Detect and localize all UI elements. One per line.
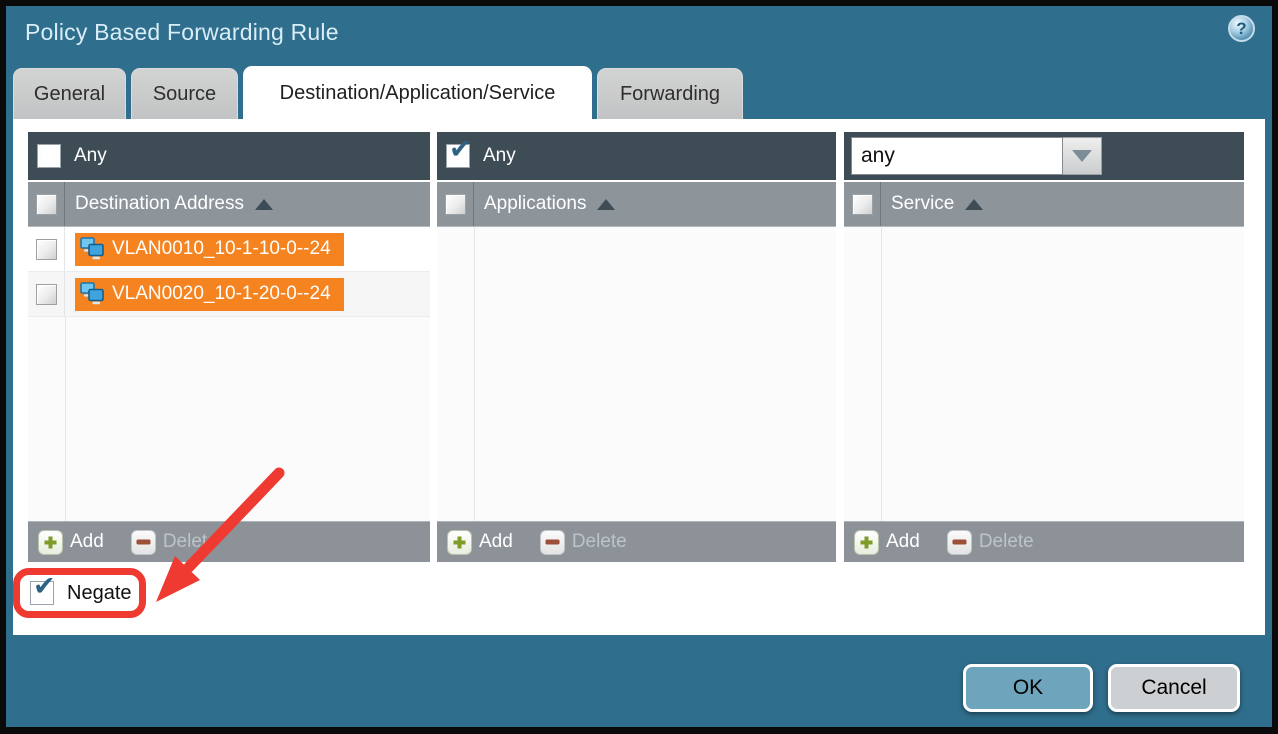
tab-destination-application-service[interactable]: Destination/Application/Service xyxy=(243,66,592,119)
table-row[interactable]: VLAN0010_10-1-10-0--24 xyxy=(28,227,430,272)
applications-select-all-checkbox[interactable] xyxy=(445,194,466,215)
plus-icon xyxy=(854,530,879,555)
destination-actions-bar: Add Delete xyxy=(28,521,430,562)
service-panel: any Service xyxy=(844,132,1244,562)
address-object-label: VLAN0010_10-1-10-0--24 xyxy=(112,238,331,260)
tab-forwarding[interactable]: Forwarding xyxy=(597,68,743,119)
table-row[interactable]: VLAN0020_10-1-20-0--24 xyxy=(28,272,430,317)
applications-any-checkbox[interactable]: ✔ xyxy=(446,144,470,168)
negate-label: Negate xyxy=(67,582,132,605)
add-button[interactable]: Add xyxy=(447,530,513,555)
question-mark-glyph: ? xyxy=(1236,19,1246,39)
policy-based-forwarding-dialog: Policy Based Forwarding Rule ? General S… xyxy=(0,0,1278,734)
minus-icon xyxy=(131,530,156,555)
service-actions-bar: Add Delete xyxy=(844,521,1244,562)
row-checkbox[interactable] xyxy=(36,239,57,260)
cancel-button[interactable]: Cancel xyxy=(1108,664,1240,712)
plus-icon xyxy=(447,530,472,555)
applications-any-bar: ✔ Any xyxy=(437,132,836,180)
service-dropdown-value[interactable]: any xyxy=(851,137,1063,175)
applications-list xyxy=(437,226,836,521)
column-label: Destination Address xyxy=(75,193,244,215)
destination-column-header: Destination Address xyxy=(28,182,430,226)
applications-actions-bar: Add Delete xyxy=(437,521,836,562)
minus-icon xyxy=(540,530,565,555)
service-select-all-checkbox[interactable] xyxy=(852,194,873,215)
applications-panel: ✔ Any Applications xyxy=(437,132,836,562)
add-button[interactable]: Add xyxy=(38,530,104,555)
checkmark-icon: ✔ xyxy=(33,573,56,600)
destination-any-checkbox[interactable] xyxy=(37,144,61,168)
chevron-down-icon xyxy=(1072,150,1092,162)
destination-any-bar: Any xyxy=(28,132,430,180)
column-divider xyxy=(474,227,475,521)
negate-highlight-box: ✔ Negate xyxy=(13,568,146,618)
dialog-title: Policy Based Forwarding Rule xyxy=(25,19,339,46)
plus-icon xyxy=(38,530,63,555)
tab-content: Any Destination Address xyxy=(13,119,1265,635)
destination-address-sort-header[interactable]: Destination Address xyxy=(65,182,273,226)
service-dropdown-button[interactable] xyxy=(1063,137,1102,175)
any-label: Any xyxy=(483,145,516,167)
address-object-label: VLAN0020_10-1-20-0--24 xyxy=(112,283,331,305)
sort-ascending-icon xyxy=(597,199,615,210)
service-column-header: Service xyxy=(844,182,1244,226)
column-label: Applications xyxy=(484,193,586,215)
tab-label: General xyxy=(34,83,105,106)
address-object-chip[interactable]: VLAN0010_10-1-10-0--24 xyxy=(75,233,344,266)
address-object-chip[interactable]: VLAN0020_10-1-20-0--24 xyxy=(75,278,344,311)
destination-panel: Any Destination Address xyxy=(28,132,430,562)
tab-label: Forwarding xyxy=(620,83,720,106)
service-selector-bar: any xyxy=(844,132,1244,180)
column-divider xyxy=(881,227,882,521)
applications-sort-header[interactable]: Applications xyxy=(474,182,615,226)
delete-button[interactable]: Delete xyxy=(947,530,1034,555)
tab-source[interactable]: Source xyxy=(131,68,238,119)
destination-list: VLAN0010_10-1-10-0--24 VLAN xyxy=(28,226,430,521)
tab-label: Destination/Application/Service xyxy=(280,82,556,105)
service-list xyxy=(844,226,1244,521)
row-checkbox[interactable] xyxy=(36,284,57,305)
negate-checkbox[interactable]: ✔ xyxy=(30,581,54,605)
tab-bar: General Source Destination/Application/S… xyxy=(13,68,743,119)
address-group-icon xyxy=(79,237,105,261)
any-label: Any xyxy=(74,145,107,167)
address-group-icon xyxy=(79,282,105,306)
sort-ascending-icon xyxy=(255,199,273,210)
delete-button[interactable]: Delete xyxy=(540,530,627,555)
tab-label: Source xyxy=(153,83,216,106)
applications-column-header: Applications xyxy=(437,182,836,226)
add-button[interactable]: Add xyxy=(854,530,920,555)
delete-button[interactable]: Delete xyxy=(131,530,218,555)
destination-select-all-checkbox[interactable] xyxy=(36,194,57,215)
ok-button[interactable]: OK xyxy=(963,664,1093,712)
help-icon[interactable]: ? xyxy=(1228,15,1255,42)
service-sort-header[interactable]: Service xyxy=(881,182,983,226)
tab-general[interactable]: General xyxy=(13,68,126,119)
checkmark-icon: ✔ xyxy=(449,136,472,163)
sort-ascending-icon xyxy=(965,199,983,210)
minus-icon xyxy=(947,530,972,555)
column-label: Service xyxy=(891,193,954,215)
service-dropdown[interactable]: any xyxy=(851,137,1102,175)
